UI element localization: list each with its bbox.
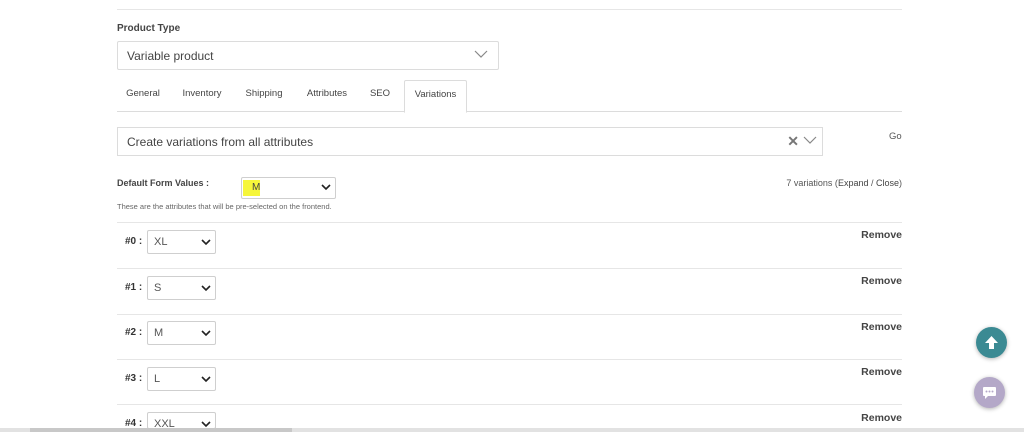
product-type-label: Product Type: [117, 23, 181, 34]
top-divider: [117, 9, 902, 10]
chevron-down-icon: [201, 376, 211, 383]
product-type-value: Variable product: [127, 49, 214, 63]
variation-index: #3 :: [125, 373, 143, 384]
variations-count: 7 variations (Expand / Close): [786, 178, 902, 188]
chevron-down-icon: [201, 330, 211, 337]
chevron-down-icon: [201, 239, 211, 246]
row-divider: [117, 222, 902, 223]
expand-link[interactable]: Expand: [838, 178, 869, 188]
default-form-help-text: These are the attributes that will be pr…: [117, 202, 332, 211]
chat-button[interactable]: [974, 377, 1005, 408]
variation-size-select[interactable]: XL: [147, 230, 216, 254]
chevron-down-icon: [321, 184, 331, 191]
variation-action-value: Create variations from all attributes: [127, 135, 314, 149]
remove-button[interactable]: Remove: [861, 229, 902, 241]
remove-button[interactable]: Remove: [861, 366, 902, 378]
tab-seo[interactable]: SEO: [364, 80, 396, 112]
chevron-down-icon: [803, 136, 817, 144]
variation-size-select[interactable]: XXL: [147, 412, 216, 430]
tab-general[interactable]: General: [117, 80, 169, 112]
go-button[interactable]: Go: [889, 131, 902, 142]
row-divider: [117, 404, 902, 405]
remove-button[interactable]: Remove: [861, 321, 902, 333]
row-divider: [117, 359, 902, 360]
tab-attributes[interactable]: Attributes: [299, 80, 355, 112]
variation-size-select[interactable]: M: [147, 321, 216, 345]
chevron-down-icon: [201, 421, 211, 428]
default-form-select[interactable]: M: [241, 177, 336, 199]
tab-variations[interactable]: Variations: [404, 80, 467, 113]
variation-action-select[interactable]: Create variations from all attributes ✕: [117, 127, 823, 156]
variation-index: #2 :: [125, 327, 143, 338]
variation-size-select[interactable]: S: [147, 276, 216, 300]
chevron-down-icon: [474, 50, 488, 58]
default-form-value: M: [243, 180, 260, 196]
chevron-down-icon: [201, 285, 211, 292]
tab-shipping[interactable]: Shipping: [236, 80, 292, 112]
arrow-up-icon: [985, 336, 998, 349]
variation-size-select[interactable]: L: [147, 367, 216, 391]
tab-inventory[interactable]: Inventory: [174, 80, 230, 112]
scrollbar-thumb[interactable]: [30, 428, 292, 432]
row-divider: [117, 314, 902, 315]
chat-bubble-icon: [983, 387, 996, 399]
remove-button[interactable]: Remove: [861, 275, 902, 287]
remove-button[interactable]: Remove: [861, 412, 902, 424]
row-divider: [117, 268, 902, 269]
default-form-values-label: Default Form Values :: [117, 178, 210, 188]
clear-icon[interactable]: ✕: [787, 133, 799, 150]
scroll-to-top-button[interactable]: [976, 327, 1007, 358]
close-link[interactable]: Close: [876, 178, 899, 188]
variation-index: #1 :: [125, 282, 143, 293]
variation-index: #0 :: [125, 236, 143, 247]
product-type-select[interactable]: Variable product: [117, 41, 499, 70]
horizontal-scrollbar[interactable]: [0, 428, 1024, 432]
product-data-tabs: General Inventory Shipping Attributes SE…: [117, 80, 902, 113]
